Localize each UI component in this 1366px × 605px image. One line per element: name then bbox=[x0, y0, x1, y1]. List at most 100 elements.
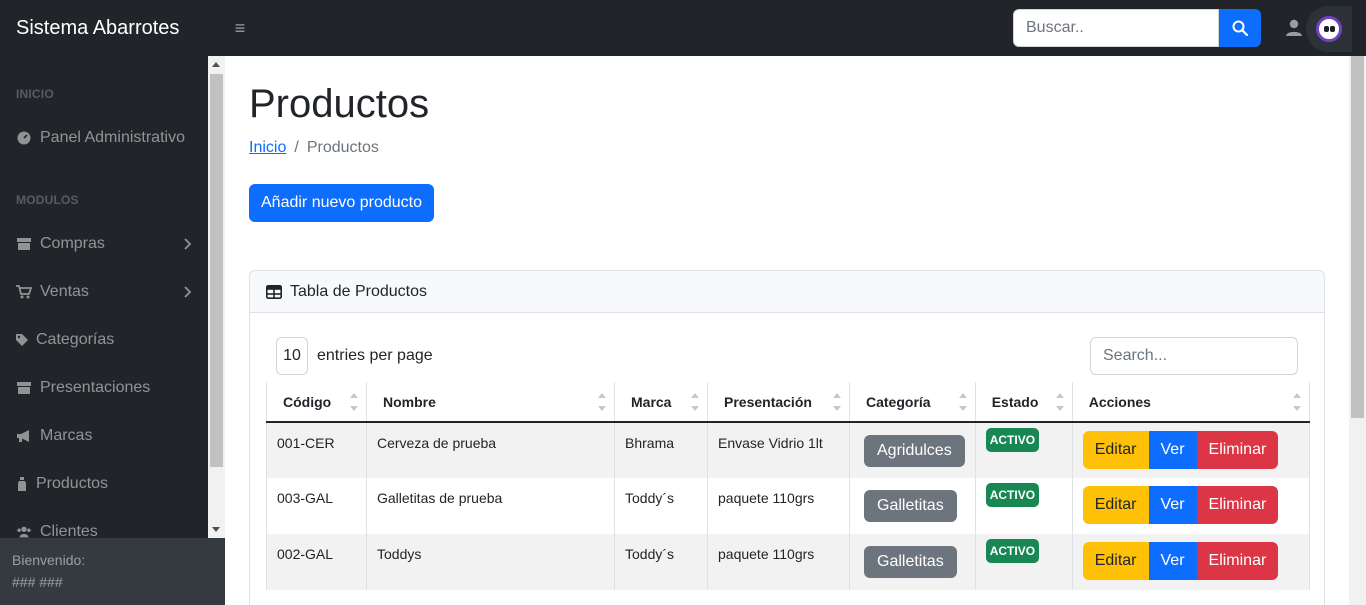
card-title: Tabla de Productos bbox=[290, 282, 427, 300]
products-table: Código Nombre Marca Presentación Categor… bbox=[266, 382, 1310, 590]
breadcrumb-separator: / bbox=[294, 139, 299, 156]
assistant-face-icon bbox=[1316, 16, 1342, 42]
status-badge: ACTIVO bbox=[985, 428, 1040, 452]
welcome-label: Bienvenido: bbox=[12, 552, 86, 568]
top-navbar: Sistema Abarrotes ≡ bbox=[0, 0, 1366, 56]
column-header-nombre[interactable]: Nombre bbox=[366, 382, 615, 423]
status-badge: ACTIVO bbox=[985, 539, 1040, 563]
table-row: 002-GAL Toddys Toddy´s paquete 110grs Ga… bbox=[266, 534, 1310, 590]
sidebar-scrollbar[interactable] bbox=[208, 56, 225, 538]
status-badge: ACTIVO bbox=[985, 483, 1040, 507]
tag-icon bbox=[16, 332, 28, 348]
edit-button[interactable]: Editar bbox=[1082, 431, 1149, 469]
sort-icon bbox=[350, 393, 358, 411]
delete-button[interactable]: Eliminar bbox=[1196, 431, 1279, 469]
sidebar-item-ventas[interactable]: Ventas bbox=[16, 280, 196, 304]
cell-estado: ACTIVO bbox=[974, 422, 1073, 478]
table-icon bbox=[266, 284, 282, 299]
cell-estado: ACTIVO bbox=[974, 534, 1073, 590]
sidebar-scroll-thumb[interactable] bbox=[210, 74, 223, 467]
chevron-right-icon bbox=[184, 237, 192, 255]
cell-presentacion: paquete 110grs bbox=[707, 478, 850, 534]
scroll-up-icon[interactable] bbox=[212, 62, 220, 67]
row-actions: Editar Ver Eliminar bbox=[1082, 431, 1279, 469]
sidebar-item-label: Marcas bbox=[40, 427, 93, 444]
sidebar-item-label: Clientes bbox=[40, 523, 98, 538]
sort-icon bbox=[958, 393, 967, 411]
sort-icon bbox=[833, 393, 841, 411]
column-header-presentacion[interactable]: Presentación bbox=[707, 382, 850, 423]
sidebar-item-panel[interactable]: Panel Administrativo bbox=[16, 126, 196, 150]
sidebar-item-marcas[interactable]: Marcas bbox=[16, 424, 196, 448]
store-icon bbox=[16, 236, 32, 252]
per-page-select[interactable]: 10 bbox=[276, 337, 308, 375]
breadcrumb-home-link[interactable]: Inicio bbox=[249, 139, 286, 157]
delete-button[interactable]: Eliminar bbox=[1196, 542, 1279, 580]
row-actions: Editar Ver Eliminar bbox=[1082, 542, 1279, 580]
sidebar-heading-inicio: INICIO bbox=[16, 87, 54, 101]
view-button[interactable]: Ver bbox=[1148, 542, 1197, 580]
sidebar-item-presentaciones[interactable]: Presentaciones bbox=[16, 376, 196, 400]
cell-categoria: Galletitas bbox=[849, 534, 976, 590]
category-badge: Agridulces bbox=[864, 435, 965, 467]
column-header-acciones[interactable]: Acciones bbox=[1071, 382, 1310, 423]
top-search-input[interactable] bbox=[1013, 9, 1219, 47]
cell-codigo: 003-GAL bbox=[266, 478, 367, 534]
user-icon bbox=[1286, 19, 1302, 36]
user-name: ### ### bbox=[12, 574, 63, 590]
megaphone-icon bbox=[16, 428, 32, 444]
cell-acciones: Editar Ver Eliminar bbox=[1071, 534, 1310, 590]
bottle-icon bbox=[16, 476, 28, 492]
page-scroll-thumb[interactable] bbox=[1351, 56, 1364, 418]
sort-icon bbox=[691, 393, 699, 411]
cell-estado: ACTIVO bbox=[974, 478, 1073, 534]
page-scrollbar[interactable] bbox=[1349, 56, 1366, 605]
sidebar-menu: INICIO Panel Administrativo MODULOS Comp… bbox=[0, 56, 208, 538]
tachometer-icon bbox=[16, 130, 32, 146]
sidebar-item-label: Categorías bbox=[36, 331, 115, 348]
cell-marca: Toddy´s bbox=[614, 534, 708, 590]
cell-marca: Toddy´s bbox=[614, 478, 708, 534]
sidebar-item-label: Productos bbox=[36, 475, 109, 492]
cell-codigo: 002-GAL bbox=[266, 534, 367, 590]
sidebar-item-label: Compras bbox=[40, 235, 105, 252]
cell-nombre: Galletitas de prueba bbox=[366, 478, 615, 534]
cell-categoria: Galletitas bbox=[849, 478, 976, 534]
top-search bbox=[1013, 9, 1261, 47]
scroll-down-icon[interactable] bbox=[212, 527, 220, 532]
assistant-button[interactable] bbox=[1306, 6, 1352, 52]
per-page-label: entries per page bbox=[317, 347, 433, 364]
cell-categoria: Agridulces bbox=[849, 422, 976, 478]
sidebar-footer: Bienvenido: ### ### bbox=[0, 538, 225, 605]
sidebar-item-clientes[interactable]: Clientes bbox=[16, 520, 196, 538]
sidebar-item-categorias[interactable]: Categorías bbox=[16, 328, 196, 352]
sidebar-item-label: Presentaciones bbox=[40, 379, 151, 396]
edit-button[interactable]: Editar bbox=[1082, 486, 1149, 524]
column-header-categoria[interactable]: Categoría bbox=[849, 382, 976, 423]
category-badge: Galletitas bbox=[864, 546, 957, 578]
column-header-codigo[interactable]: Código bbox=[266, 382, 367, 423]
cell-presentacion: Envase Vidrio 1lt bbox=[707, 422, 850, 478]
brand-title[interactable]: Sistema Abarrotes bbox=[16, 17, 179, 40]
sidebar-item-compras[interactable]: Compras bbox=[16, 232, 196, 256]
table-row: 001-CER Cerveza de prueba Bhrama Envase … bbox=[266, 422, 1310, 478]
view-button[interactable]: Ver bbox=[1148, 431, 1197, 469]
box-icon bbox=[16, 380, 32, 396]
breadcrumb-current: Productos bbox=[306, 139, 379, 156]
sort-icon bbox=[1055, 393, 1064, 411]
edit-button[interactable]: Editar bbox=[1082, 542, 1149, 580]
sort-icon bbox=[1292, 393, 1301, 411]
sidebar-toggle-icon[interactable]: ≡ bbox=[230, 18, 250, 38]
search-icon bbox=[1232, 20, 1248, 36]
cell-acciones: Editar Ver Eliminar bbox=[1071, 478, 1310, 534]
top-search-button[interactable] bbox=[1219, 9, 1261, 47]
category-badge: Galletitas bbox=[864, 490, 957, 522]
view-button[interactable]: Ver bbox=[1148, 486, 1197, 524]
delete-button[interactable]: Eliminar bbox=[1196, 486, 1279, 524]
user-menu-button[interactable] bbox=[1284, 18, 1304, 38]
add-product-button[interactable]: Añadir nuevo producto bbox=[249, 184, 434, 222]
column-header-marca[interactable]: Marca bbox=[614, 382, 708, 423]
table-search-input[interactable] bbox=[1090, 337, 1298, 375]
column-header-estado[interactable]: Estado bbox=[974, 382, 1073, 423]
sidebar-item-productos[interactable]: Productos bbox=[16, 472, 196, 496]
